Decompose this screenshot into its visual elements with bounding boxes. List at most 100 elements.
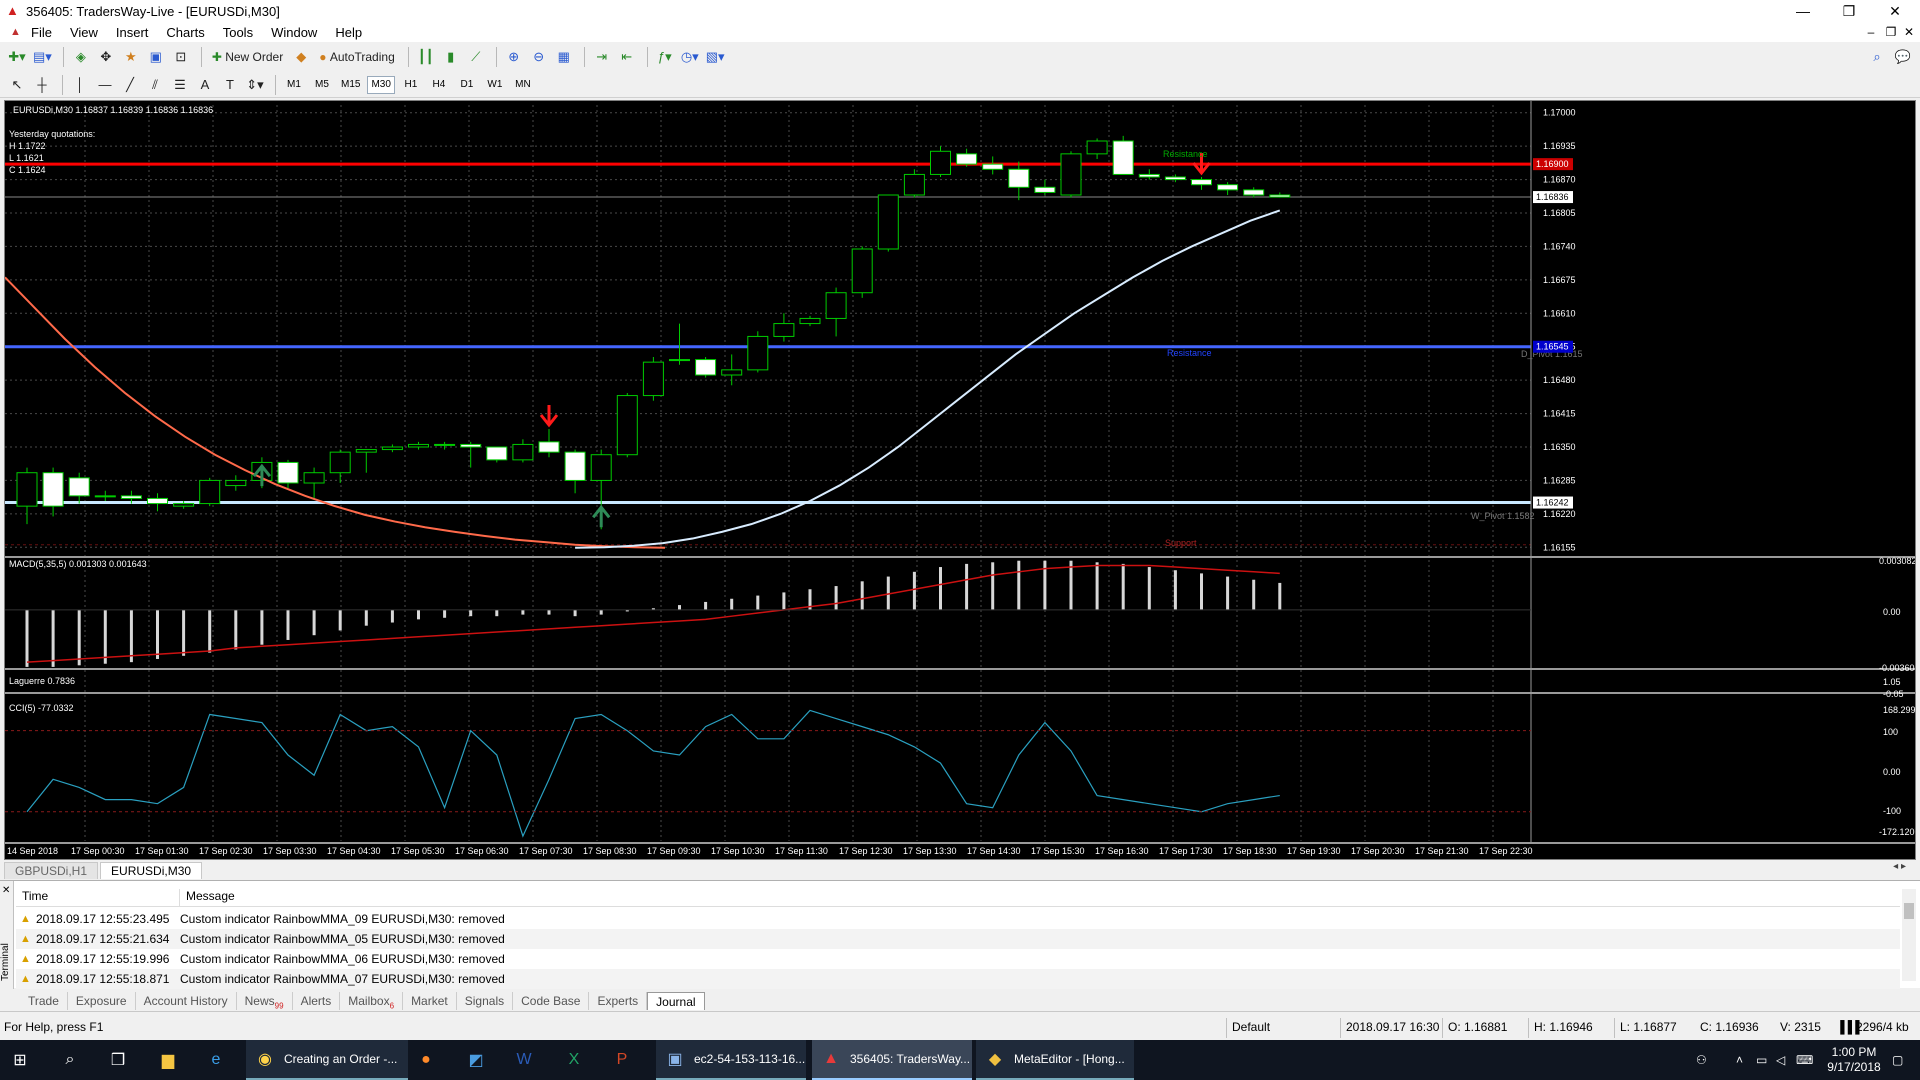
tab-trade[interactable]: Trade — [20, 991, 68, 1010]
auto-trading-button[interactable]: ● AutoTrading — [315, 46, 399, 68]
firefox-button[interactable]: ● — [416, 1040, 444, 1080]
tab-journal[interactable]: Journal — [647, 991, 705, 1010]
new-order-button[interactable]: ✚ New Order — [208, 46, 287, 68]
tab-code-base[interactable]: Code Base — [513, 991, 590, 1010]
menu-file[interactable]: File — [22, 25, 61, 40]
terminal-close-icon[interactable]: ✕ — [2, 885, 10, 896]
journal-scrollbar[interactable] — [1902, 889, 1916, 981]
navigator-icon[interactable]: ★ — [120, 46, 142, 68]
candlestick-icon[interactable]: ▮ — [440, 46, 462, 68]
mdi-minimize-icon[interactable]: – — [1862, 22, 1880, 42]
timeframe-m30[interactable]: M30 — [367, 75, 395, 94]
col-message[interactable]: Message — [180, 889, 235, 906]
mdi-close-icon[interactable]: ✕ — [1900, 22, 1918, 42]
menu-window[interactable]: Window — [262, 25, 326, 40]
start-button[interactable]: ⊞ — [10, 1040, 38, 1080]
language-icon[interactable]: ⌨ — [1796, 1040, 1813, 1080]
word-button[interactable]: W — [514, 1040, 542, 1080]
tab-scroll-arrows-icon[interactable]: ◂ ▸ — [1893, 861, 1906, 872]
table-row[interactable]: ▲ 2018.09.17 12:55:21.634 Custom indicat… — [16, 929, 1900, 949]
menu-view[interactable]: View — [61, 25, 107, 40]
timeframe-w1[interactable]: W1 — [483, 76, 507, 94]
periods-icon[interactable]: ◷▾ — [679, 46, 701, 68]
col-time[interactable]: Time — [16, 889, 180, 906]
search-button[interactable]: ⌕ — [60, 1040, 88, 1080]
cursor-icon[interactable]: ↖ — [6, 74, 28, 96]
tab-signals[interactable]: Signals — [457, 991, 514, 1010]
network-icon[interactable]: ▭ — [1756, 1040, 1767, 1080]
mdi-restore-icon[interactable]: ❐ — [1882, 22, 1900, 42]
zoom-in-icon[interactable]: ⊕ — [503, 46, 525, 68]
tile-windows-icon[interactable]: ▦ — [553, 46, 575, 68]
arrows-icon[interactable]: ⇕▾ — [244, 74, 266, 96]
indicators-icon[interactable]: ƒ▾ — [654, 46, 676, 68]
taskbar-app[interactable]: ▲ 356405: TradersWay... — [812, 1040, 972, 1080]
menu-tools[interactable]: Tools — [214, 25, 262, 40]
chart-tab-gbpusd[interactable]: GBPUSDi,H1 — [4, 862, 99, 879]
table-row[interactable]: ▲ 2018.09.17 12:55:19.996 Custom indicat… — [16, 949, 1900, 969]
minimize-icon[interactable]: — — [1780, 0, 1826, 22]
horizontal-line-icon[interactable]: — — [94, 74, 116, 96]
equidistant-channel-icon[interactable]: ⫽ — [144, 74, 166, 96]
text-label-icon[interactable]: T — [219, 74, 241, 96]
zoom-out-icon[interactable]: ⊖ — [528, 46, 550, 68]
timeframe-m5[interactable]: M5 — [310, 76, 334, 94]
table-row[interactable]: ▲ 2018.09.17 12:55:23.495 Custom indicat… — [16, 909, 1900, 929]
excel-button[interactable]: X — [564, 1040, 592, 1080]
tab-account-history[interactable]: Account History — [136, 991, 237, 1010]
terminal-icon[interactable]: ▣ — [145, 46, 167, 68]
vertical-line-icon[interactable]: │ — [69, 74, 91, 96]
fibonacci-icon[interactable]: ☰ — [169, 74, 191, 96]
file-explorer-button[interactable]: ▆ — [158, 1040, 186, 1080]
timeframe-h4[interactable]: H4 — [427, 76, 451, 94]
line-chart-icon[interactable]: ⟋ — [465, 46, 487, 68]
volume-icon[interactable]: ◁ — [1776, 1040, 1785, 1080]
timeframe-d1[interactable]: D1 — [455, 76, 479, 94]
text-icon[interactable]: A — [194, 74, 216, 96]
scrollbar-thumb[interactable] — [1904, 903, 1914, 919]
tab-experts[interactable]: Experts — [589, 991, 648, 1010]
timeframe-mn[interactable]: MN — [511, 76, 535, 94]
tab-mailbox[interactable]: Mailbox6 — [340, 991, 404, 1010]
chart-shift-icon[interactable]: ⇤ — [616, 46, 638, 68]
search-icon[interactable]: ⌕ — [1866, 46, 1888, 68]
bar-chart-icon[interactable]: ┃┃ — [415, 46, 437, 68]
strategy-tester-icon[interactable]: ⊡ — [170, 46, 192, 68]
table-row[interactable]: ▲ 2018.09.17 12:55:18.871 Custom indicat… — [16, 969, 1900, 989]
menu-insert[interactable]: Insert — [107, 25, 158, 40]
timeframe-h1[interactable]: H1 — [399, 76, 423, 94]
taskbar-app[interactable]: ◉ Creating an Order -... — [246, 1040, 408, 1080]
trendline-icon[interactable]: ╱ — [119, 74, 141, 96]
restore-icon[interactable]: ❐ — [1826, 0, 1872, 22]
notifications-icon[interactable]: ▢ — [1892, 1040, 1903, 1080]
edge-button[interactable]: e — [206, 1040, 234, 1080]
app-button[interactable]: ◩ — [466, 1040, 494, 1080]
price-chart[interactable]: EURUSDi,M30 1.16837 1.16839 1.16836 1.16… — [5, 101, 1915, 859]
crosshair-icon[interactable]: ┼ — [31, 74, 53, 96]
menu-help[interactable]: Help — [326, 25, 371, 40]
data-window-icon[interactable]: ✥ — [95, 46, 117, 68]
tab-alerts[interactable]: Alerts — [293, 991, 341, 1010]
metaeditor-icon[interactable]: ◆ — [290, 46, 312, 68]
chat-icon[interactable]: 💬 — [1892, 46, 1914, 68]
chart-tab-eurusd[interactable]: EURUSDi,M30 — [100, 862, 203, 879]
people-icon[interactable]: ⚇ — [1696, 1040, 1707, 1080]
task-view-button[interactable]: ❒ — [108, 1040, 136, 1080]
templates-icon[interactable]: ▧▾ — [704, 46, 727, 68]
chart-window[interactable]: EURUSDi,M30 1.16837 1.16839 1.16836 1.16… — [4, 100, 1916, 860]
taskbar-app[interactable]: ▣ ec2-54-153-113-16... — [656, 1040, 806, 1080]
tray-chevron-icon[interactable]: ˄ — [1736, 1040, 1743, 1080]
profiles-icon[interactable]: ▤▾ — [31, 46, 54, 68]
powerpoint-button[interactable]: P — [612, 1040, 640, 1080]
taskbar-app[interactable]: ◆ MetaEditor - [Hong... — [976, 1040, 1134, 1080]
market-watch-icon[interactable]: ◈ — [70, 46, 92, 68]
auto-scroll-icon[interactable]: ⇥ — [591, 46, 613, 68]
tab-news[interactable]: News99 — [237, 991, 293, 1010]
clock[interactable]: 1:00 PM 9/17/2018 — [1824, 1040, 1884, 1080]
menu-charts[interactable]: Charts — [157, 25, 213, 40]
tab-exposure[interactable]: Exposure — [68, 991, 136, 1010]
tab-market[interactable]: Market — [403, 991, 457, 1010]
new-chart-icon[interactable]: ✚▾ — [6, 46, 28, 68]
timeframe-m1[interactable]: M1 — [282, 76, 306, 94]
close-icon[interactable]: ✕ — [1872, 0, 1918, 22]
